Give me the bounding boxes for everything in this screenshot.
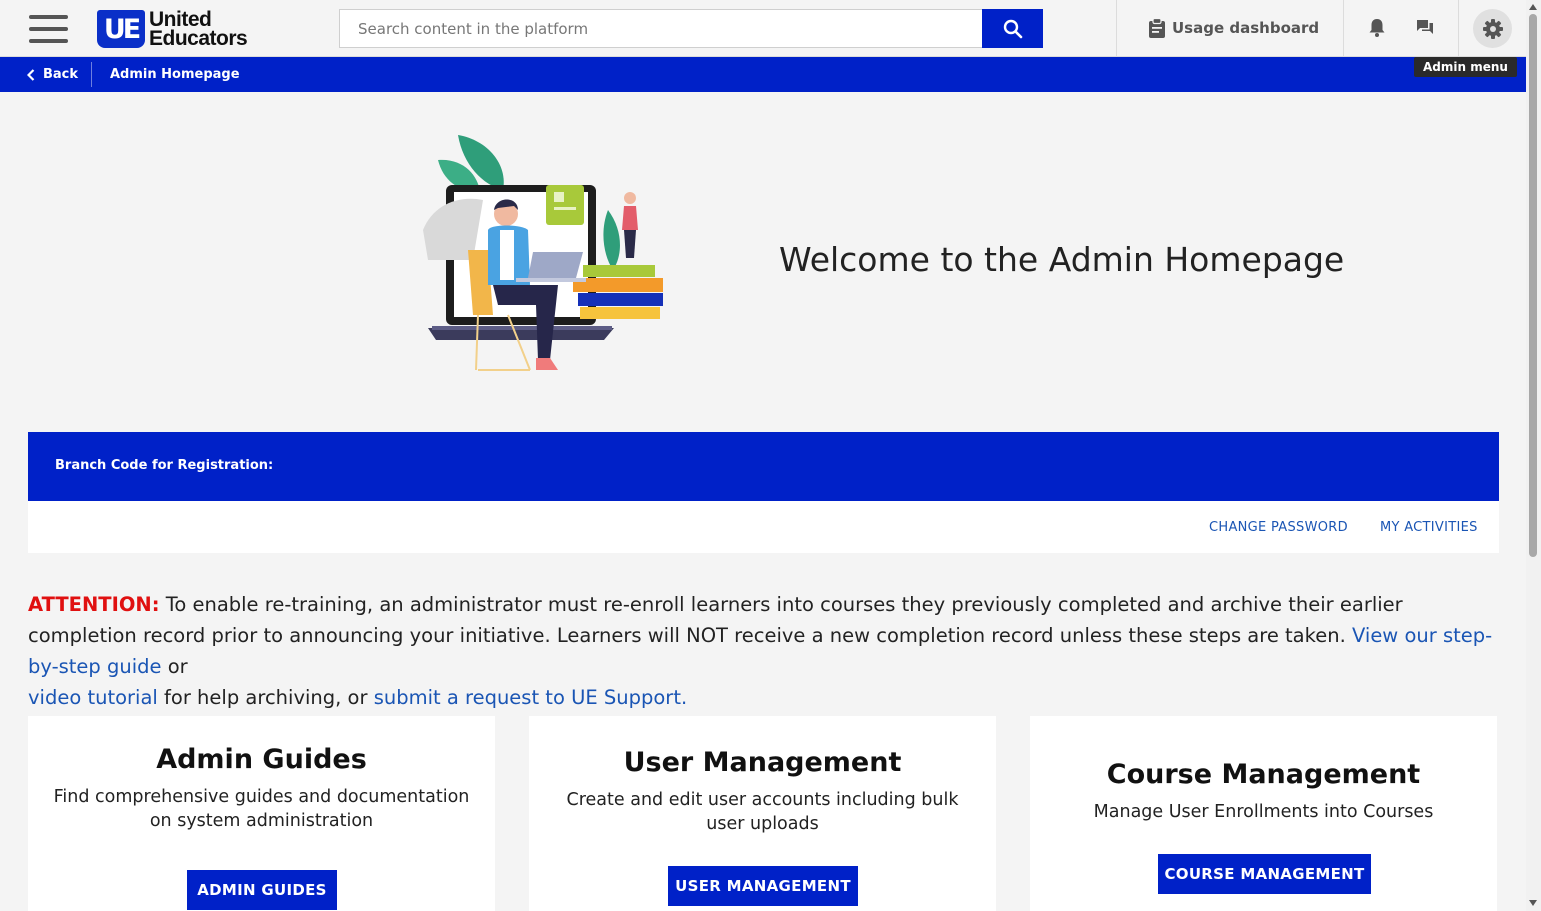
top-header: UE United Educators Usage dashboard — [0, 0, 1526, 57]
usage-dashboard-label: Usage dashboard — [1172, 19, 1320, 37]
breadcrumb-bar: Back Admin Homepage — [0, 57, 1526, 92]
user-management-button[interactable]: USER MANAGEMENT — [668, 866, 858, 906]
my-activities-link[interactable]: MY ACTIVITIES — [1380, 520, 1478, 535]
chat-icon — [1417, 20, 1433, 34]
search-button[interactable] — [982, 9, 1043, 48]
attention-label: ATTENTION: — [28, 593, 160, 616]
course-management-button[interactable]: COURSE MANAGEMENT — [1158, 854, 1371, 894]
card-title: Admin Guides — [156, 744, 367, 775]
breadcrumb-divider — [91, 62, 92, 87]
admin-menu-tooltip: Admin menu — [1414, 57, 1517, 77]
scroll-up-arrow-icon[interactable] — [1529, 4, 1537, 10]
logo-line2: Educators — [149, 27, 248, 50]
admin-guides-button[interactable]: ADMIN GUIDES — [187, 870, 337, 910]
card-description: Find comprehensive guides and documentat… — [53, 787, 470, 831]
admin-menu-button[interactable] — [1473, 9, 1512, 48]
hero-illustration — [423, 135, 663, 371]
hamburger-menu-icon[interactable] — [29, 15, 68, 43]
change-password-link[interactable]: CHANGE PASSWORD — [1209, 520, 1348, 535]
usage-dashboard-button[interactable]: Usage dashboard — [1148, 18, 1319, 38]
back-button[interactable]: Back — [27, 67, 78, 82]
logo-mark: UE — [97, 10, 145, 48]
account-links-bar: CHANGE PASSWORD MY ACTIVITIES — [28, 501, 1499, 553]
user-management-card: User Management Create and edit user acc… — [529, 716, 996, 911]
header-divider — [1116, 0, 1117, 57]
header-divider — [1343, 0, 1344, 57]
video-tutorial-link[interactable]: video tutorial — [28, 686, 164, 709]
logo-text: United Educators — [149, 9, 248, 50]
search-input[interactable] — [339, 9, 982, 48]
back-label: Back — [43, 67, 79, 82]
scroll-thumb[interactable] — [1529, 14, 1537, 557]
notifications-button[interactable] — [1368, 17, 1386, 42]
search-icon — [1003, 19, 1022, 38]
card-description: Manage User Enrollments into Courses — [1093, 802, 1434, 822]
course-management-card: Course Management Manage User Enrollment… — [1030, 716, 1497, 911]
breadcrumb-current: Admin Homepage — [110, 67, 240, 82]
messages-button[interactable] — [1416, 19, 1434, 41]
header-divider — [1458, 0, 1459, 57]
branch-code-label: Branch Code for Registration: — [55, 458, 274, 473]
ue-support-request-link[interactable]: submit a request to UE Support. — [374, 686, 687, 709]
scroll-down-arrow-icon[interactable] — [1529, 900, 1537, 906]
page-scrollbar[interactable] — [1526, 0, 1541, 911]
search-bar — [339, 9, 1043, 48]
admin-guides-card: Admin Guides Find comprehensive guides a… — [28, 716, 495, 911]
attention-text: or — [161, 655, 188, 678]
bell-icon — [1369, 19, 1385, 37]
gear-icon — [1482, 18, 1503, 39]
card-description: Create and edit user accounts including … — [566, 790, 959, 834]
attention-text: To enable re-training, an administrator … — [28, 593, 1403, 647]
attention-notice: ATTENTION: To enable re-training, an adm… — [28, 589, 1508, 713]
chevron-left-icon — [27, 68, 35, 81]
page-title: Welcome to the Admin Homepage — [779, 240, 1345, 279]
clipboard-icon — [1149, 18, 1165, 38]
branch-code-panel: Branch Code for Registration: — [28, 432, 1499, 501]
logo[interactable]: UE United Educators — [97, 9, 248, 50]
attention-text: for help archiving, or — [164, 686, 374, 709]
card-title: Course Management — [1106, 759, 1421, 790]
card-title: User Management — [623, 747, 902, 778]
